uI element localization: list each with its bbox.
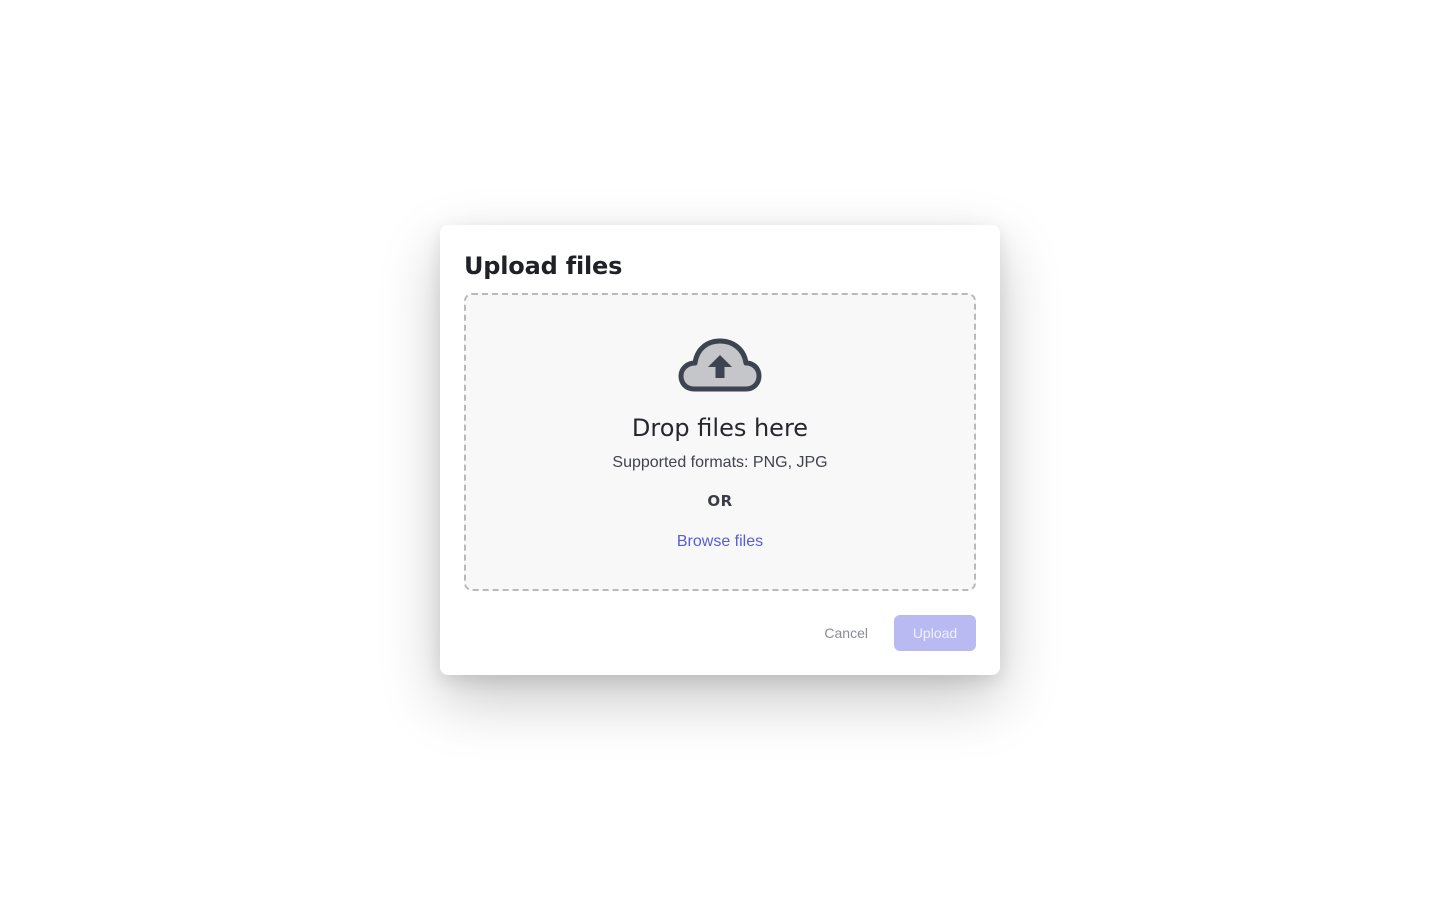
or-divider: OR bbox=[707, 492, 733, 510]
upload-button[interactable]: Upload bbox=[894, 615, 976, 651]
cancel-button[interactable]: Cancel bbox=[810, 615, 882, 651]
cloud-upload-icon bbox=[678, 338, 762, 392]
supported-formats-text: Supported formats: PNG, JPG bbox=[612, 454, 828, 471]
dropzone-heading: Drop files here bbox=[631, 414, 809, 442]
file-dropzone[interactable]: Drop files here Supported formats: PNG, … bbox=[464, 293, 976, 591]
dialog-title: Upload files bbox=[464, 252, 623, 280]
browse-files-link[interactable]: Browse files bbox=[677, 531, 763, 553]
upload-dialog: Upload files Drop files here Supported f… bbox=[440, 225, 1000, 675]
dialog-footer: Cancel Upload bbox=[810, 615, 976, 651]
